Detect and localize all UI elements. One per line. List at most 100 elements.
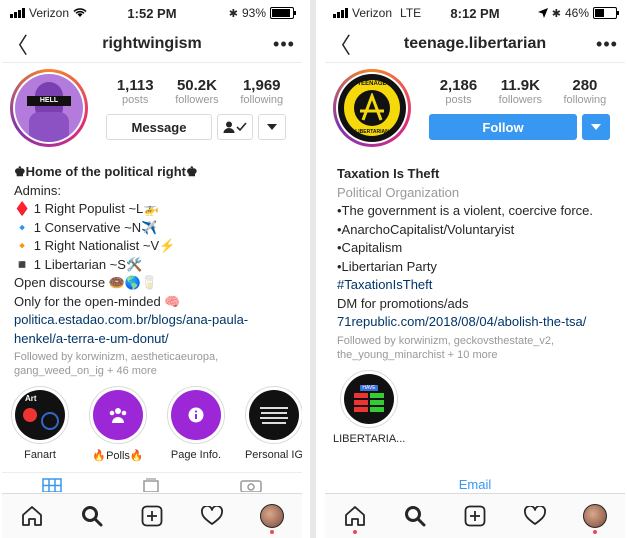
notification-dot (353, 530, 357, 534)
bio-line: •Capitalism (337, 240, 403, 255)
bio-line: •Libertarian Party (337, 258, 437, 274)
bio-line: Open discourse 🍩🌎🥛 (14, 275, 158, 290)
bio-link[interactable]: 71republic.com/2018/08/04/abolish-the-ts… (337, 313, 613, 332)
more-options-icon[interactable]: ••• (589, 34, 625, 55)
search-icon (82, 506, 103, 527)
clock: 8:12 PM (450, 5, 500, 21)
posts-stat[interactable]: 2,186 posts (440, 77, 478, 106)
people-icon (109, 408, 127, 423)
followed-by[interactable]: Followed by korwinizm, aestheticaeuropa,… (14, 350, 290, 378)
highlight-personal-ig[interactable]: Personal IG (242, 386, 302, 462)
suggestions-dropdown-button[interactable] (258, 114, 286, 140)
highlight-polls[interactable]: 🔥Polls🔥 (86, 386, 150, 462)
bio-link-continued[interactable]: henkel/a-terra-e-um-donut/ (14, 330, 290, 349)
bottom-navigation (325, 493, 625, 538)
status-bar: Verizon LTE 8:12 PM ✱ 46% (325, 0, 625, 26)
bio-line: ◾ 1 Libertarian ~S🛠️ (14, 256, 143, 272)
clock: 1:52 PM (127, 5, 177, 21)
list-view-icon[interactable] (141, 476, 161, 492)
follow-button[interactable]: Follow (429, 114, 577, 140)
info-icon (188, 407, 204, 423)
tagged-photos-icon[interactable] (240, 476, 263, 492)
screenshot-divider (310, 0, 316, 538)
highlight-libertarian[interactable]: HAVE LIBERTARIA... (333, 369, 405, 445)
profile-name: Taxation Is Theft (337, 166, 440, 181)
battery-icon (270, 7, 296, 19)
profile-username: teenage.libertarian (403, 35, 547, 52)
profile-avatar-icon (260, 504, 284, 528)
highlight-fanart[interactable]: Art Fanart (8, 386, 72, 462)
new-post-icon (464, 505, 486, 527)
profile-bio: ♚Home of the political right♚ Admins: ♦️… (2, 159, 302, 378)
profile-avatar[interactable]: HELL (10, 69, 88, 147)
profile-tab[interactable] (252, 496, 292, 536)
avatar-text-top: TEENAGE (357, 81, 387, 87)
grid-view-icon[interactable] (41, 476, 62, 492)
phone-rightwingism: Verizon 1:52 PM ✱ 93% 〈 rightwingism •••… (2, 0, 302, 538)
activity-heart-icon (524, 506, 546, 525)
profile-tab[interactable] (575, 496, 615, 536)
fanart-thumbnail: Art (15, 390, 65, 440)
bio-hashtag[interactable]: #TaxationIsTheft (337, 276, 613, 295)
back-icon[interactable]: 〈 (2, 28, 32, 60)
profile-bio: Taxation Is Theft Political Organization… (325, 159, 625, 362)
bio-line: ♦️ 1 Right Populist ~L🚁 (14, 201, 160, 216)
following-stat[interactable]: 280 following (563, 77, 606, 106)
new-post-tab[interactable] (455, 496, 495, 536)
home-icon (345, 506, 365, 526)
message-button[interactable]: Message (106, 114, 212, 140)
profile-avatar-icon (583, 504, 607, 528)
bio-line: •The government is a violent, coercive f… (337, 203, 594, 218)
email-button[interactable]: Email (325, 477, 625, 492)
notification-dot (593, 530, 597, 534)
profile-category: Political Organization (337, 184, 460, 200)
followers-stat[interactable]: 50.2K followers (175, 77, 218, 106)
bio-line: Admins: (14, 182, 61, 198)
chevron-down-icon (267, 124, 277, 130)
phone-teenage-libertarian: Verizon LTE 8:12 PM ✱ 46% 〈 teenage.libe… (325, 0, 625, 538)
bio-line: Only for the open-minded 🧠 (14, 293, 181, 309)
more-options-icon[interactable]: ••• (266, 34, 302, 55)
notification-dot (270, 530, 274, 534)
story-highlights: Art Fanart 🔥Polls🔥 Page Info. Personal I… (2, 378, 302, 462)
profile-username: rightwingism (102, 35, 202, 52)
profile-name: ♚Home of the political right♚ (14, 164, 198, 179)
search-tab[interactable] (72, 496, 112, 536)
activity-heart-icon (201, 506, 223, 525)
search-icon (405, 506, 426, 527)
home-tab[interactable] (335, 496, 375, 536)
home-tab[interactable] (12, 496, 52, 536)
profile-header: 〈 rightwingism ••• (2, 26, 302, 63)
activity-tab[interactable] (515, 496, 555, 536)
profile-header: 〈 teenage.libertarian ••• (325, 26, 625, 63)
bottom-navigation (2, 493, 302, 538)
person-check-icon (223, 121, 247, 133)
new-post-icon (141, 505, 163, 527)
bio-line: •AnarchoCapitalist/Voluntaryist (337, 221, 515, 237)
search-tab[interactable] (395, 496, 435, 536)
profile-avatar[interactable]: TEENAGE LIBERTARIAN (333, 69, 411, 147)
home-icon (22, 506, 42, 526)
posts-stat[interactable]: 1,113 posts (117, 77, 154, 106)
anarchy-a-logo (360, 93, 384, 121)
following-stat[interactable]: 1,969 following (240, 77, 283, 106)
new-post-tab[interactable] (132, 496, 172, 536)
bio-link[interactable]: politica.estadao.com.br/blogs/ana-paula- (14, 311, 290, 330)
bio-line: 🔸 1 Right Nationalist ~V⚡ (14, 238, 176, 253)
highlight-page-info[interactable]: Page Info. (164, 386, 228, 462)
back-icon[interactable]: 〈 (325, 28, 355, 60)
chart-thumbnail: HAVE (344, 373, 394, 424)
story-highlights: HAVE LIBERTARIA... (325, 362, 625, 445)
status-bar: Verizon 1:52 PM ✱ 93% (2, 0, 302, 26)
profile-tabs (2, 472, 302, 495)
avatar-band: HELL (27, 96, 71, 106)
followers-stat[interactable]: 11.9K followers (499, 77, 542, 106)
list-thumbnail (249, 390, 299, 440)
chevron-down-icon (591, 124, 601, 130)
suggestions-dropdown-button[interactable] (582, 114, 610, 140)
following-status-button[interactable] (217, 114, 253, 140)
bio-line: 🔹 1 Conservative ~N✈️ (14, 219, 158, 235)
activity-tab[interactable] (192, 496, 232, 536)
followed-by[interactable]: Followed by korwinizm, geckovsthestate_v… (337, 334, 613, 362)
battery-icon (593, 7, 619, 19)
